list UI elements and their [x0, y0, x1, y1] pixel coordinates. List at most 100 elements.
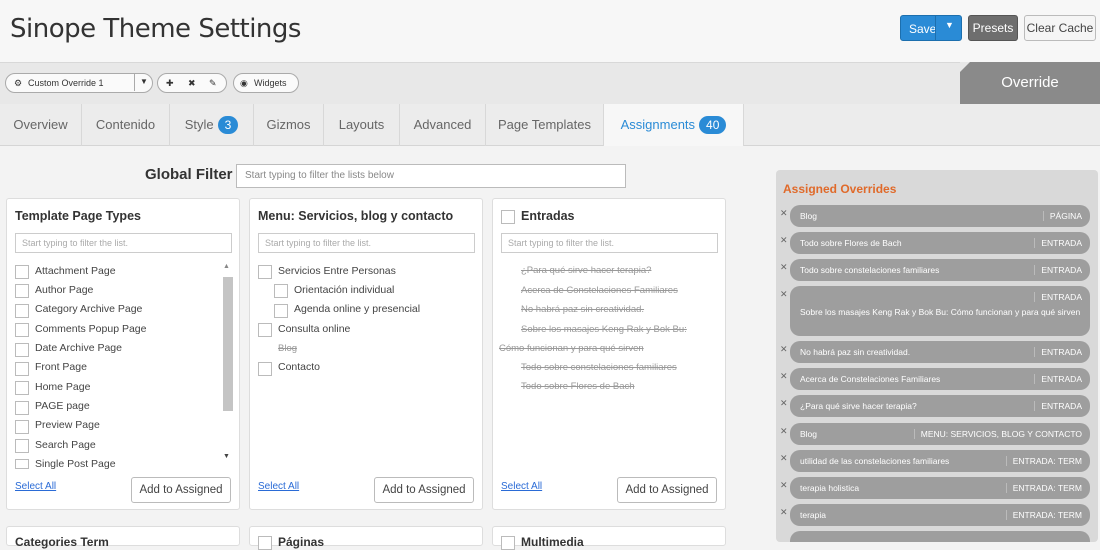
remove-icon[interactable]: ✕	[780, 262, 788, 273]
tab-label: Gizmos	[266, 117, 311, 132]
assignments-count-badge: 40	[699, 116, 727, 134]
list-item: Date Archive Page	[35, 342, 122, 354]
assigned-item: ✕ ENTRADA Sobre los masajes Keng Rak y B…	[780, 286, 1090, 336]
assigned-item-name: Blog	[800, 211, 818, 221]
remove-icon[interactable]: ✕	[780, 235, 788, 246]
checkbox[interactable]	[15, 304, 29, 318]
list-item-assigned: Acerca de Constelaciones Familiares	[521, 285, 678, 296]
tab-advanced[interactable]: Advanced	[400, 104, 486, 146]
save-label: Save	[909, 22, 937, 36]
remove-icon[interactable]: ✕	[780, 426, 788, 437]
panel-filter-input[interactable]: Start typing to filter the list.	[258, 233, 475, 253]
tab-label: Page Templates	[498, 117, 591, 132]
save-button[interactable]: Save ▼	[900, 15, 962, 41]
checkbox[interactable]	[258, 362, 272, 376]
assigned-item-name: terapia	[800, 510, 826, 520]
header: Sinope Theme Settings Save ▼ Presets Cle…	[0, 0, 1100, 62]
tab-overview[interactable]: Overview	[0, 104, 82, 146]
tab-gizmos[interactable]: Gizmos	[254, 104, 324, 146]
global-filter-input[interactable]: Start typing to filter the lists below	[236, 164, 626, 188]
chevron-down-icon: ▼	[134, 73, 148, 91]
checkbox[interactable]	[15, 401, 29, 415]
scroll-thumb[interactable]	[223, 277, 233, 411]
remove-icon[interactable]: ✕	[780, 344, 788, 355]
delete-icon[interactable]: ✖	[188, 74, 196, 92]
checkbox[interactable]	[258, 536, 272, 550]
checkbox[interactable]	[15, 381, 29, 395]
assigned-item: ✕ utilidad de las constelaciones familia…	[780, 450, 1090, 472]
list-item-assigned: ¿Para qué sirve hacer terapia?	[521, 265, 652, 276]
checkbox[interactable]	[274, 304, 288, 318]
tab-page-templates[interactable]: Page Templates	[486, 104, 604, 146]
checkbox[interactable]	[15, 323, 29, 337]
panel-template-page-types: Template Page Types Start typing to filt…	[6, 198, 240, 510]
clear-cache-button[interactable]: Clear Cache	[1024, 15, 1096, 41]
assigned-item: ✕ No habrá paz sin creatividad. ENTRADA	[780, 341, 1090, 363]
checkbox[interactable]	[15, 362, 29, 376]
assigned-item-name: utilidad de las constelaciones familiare…	[800, 456, 950, 466]
assigned-item-name: Blog	[800, 429, 818, 439]
scroll-down-icon[interactable]: ▼	[223, 453, 230, 460]
assigned-item-name: ¿Para qué sirve hacer terapia?	[800, 401, 917, 411]
assigned-item: ✕ ¿Para qué sirve hacer terapia? ENTRADA	[780, 395, 1090, 417]
remove-icon[interactable]: ✕	[780, 480, 788, 491]
remove-icon[interactable]: ✕	[780, 289, 788, 300]
add-to-assigned-button[interactable]: Add to Assigned	[374, 477, 474, 503]
override-select[interactable]: ⚙ Custom Override 1 ▼	[5, 73, 153, 93]
panel-filter-input[interactable]: Start typing to filter the list.	[501, 233, 718, 253]
checkbox[interactable]	[258, 265, 272, 279]
page-title: Sinope Theme Settings	[10, 14, 301, 44]
list-item: Comments Popup Page	[35, 323, 147, 335]
panel-paginas: Páginas	[249, 526, 483, 550]
widgets-button[interactable]: ◉ Widgets	[233, 73, 299, 93]
checkbox[interactable]	[501, 536, 515, 550]
panel-filter-input[interactable]: Start typing to filter the list.	[15, 233, 232, 253]
add-to-assigned-button[interactable]: Add to Assigned	[617, 477, 717, 503]
scrollbar[interactable]: ▲ ▼	[221, 263, 233, 471]
checkbox[interactable]	[15, 284, 29, 298]
select-all-link[interactable]: Select All	[15, 481, 56, 492]
edit-icon[interactable]: ✎	[209, 74, 217, 92]
add-to-assigned-button[interactable]: Add to Assigned	[131, 477, 231, 503]
remove-icon[interactable]: ✕	[780, 398, 788, 409]
presets-button[interactable]: Presets	[968, 15, 1018, 41]
assigned-item: ✕ Todo sobre constelaciones familiares E…	[780, 259, 1090, 281]
remove-icon[interactable]: ✕	[780, 371, 788, 382]
list-item: Orientación individual	[294, 284, 395, 296]
assigned-item-type: ENTRADA	[1034, 401, 1082, 411]
list-item-assigned: Sobre los masajes Keng Rak y Bok Bu:	[521, 324, 687, 335]
tab-label: Overview	[13, 117, 68, 132]
add-icon[interactable]: ✚	[166, 74, 174, 92]
select-all-link[interactable]: Select All	[501, 481, 542, 492]
tab-contenido[interactable]: Contenido	[82, 104, 170, 146]
tab-assignments[interactable]: Assignments 40	[604, 104, 744, 146]
remove-icon[interactable]: ✕	[780, 507, 788, 518]
tab-layouts[interactable]: Layouts	[324, 104, 400, 146]
assigned-item-name: terapia holistica	[800, 483, 860, 493]
checkbox[interactable]	[15, 459, 29, 469]
tab-style[interactable]: Style 3	[170, 104, 254, 146]
override-tab[interactable]: Override	[960, 62, 1100, 104]
assigned-item-type: ENTRADA	[1034, 265, 1082, 275]
assignments-content: Global Filter Start typing to filter the…	[0, 146, 1100, 550]
list-item-assigned: Todo sobre constelaciones familiares	[521, 362, 677, 373]
remove-icon[interactable]: ✕	[780, 208, 788, 219]
checkbox[interactable]	[15, 265, 29, 279]
select-all-link[interactable]: Select All	[258, 481, 299, 492]
tab-label: Layouts	[338, 117, 385, 132]
checkbox[interactable]	[15, 420, 29, 434]
assigned-item-name: Sobre los masajes Keng Rak y Bok Bu: Cóm…	[800, 307, 1081, 317]
tab-label: Advanced	[413, 117, 472, 132]
remove-icon[interactable]: ✕	[780, 453, 788, 464]
chevron-down-icon[interactable]: ▼	[945, 20, 954, 30]
checkbox[interactable]	[15, 439, 29, 453]
select-all-checkbox[interactable]	[501, 210, 515, 224]
assigned-item-type: ENTRADA: TERM	[1005, 510, 1082, 520]
list-item: Category Archive Page	[35, 303, 143, 315]
panel-title: Multimedia	[521, 535, 584, 549]
assigned-item-type: ENTRADA: TERM	[1005, 483, 1082, 493]
checkbox[interactable]	[15, 343, 29, 357]
checkbox[interactable]	[258, 323, 272, 337]
scroll-up-icon[interactable]: ▲	[223, 263, 230, 270]
checkbox[interactable]	[274, 284, 288, 298]
